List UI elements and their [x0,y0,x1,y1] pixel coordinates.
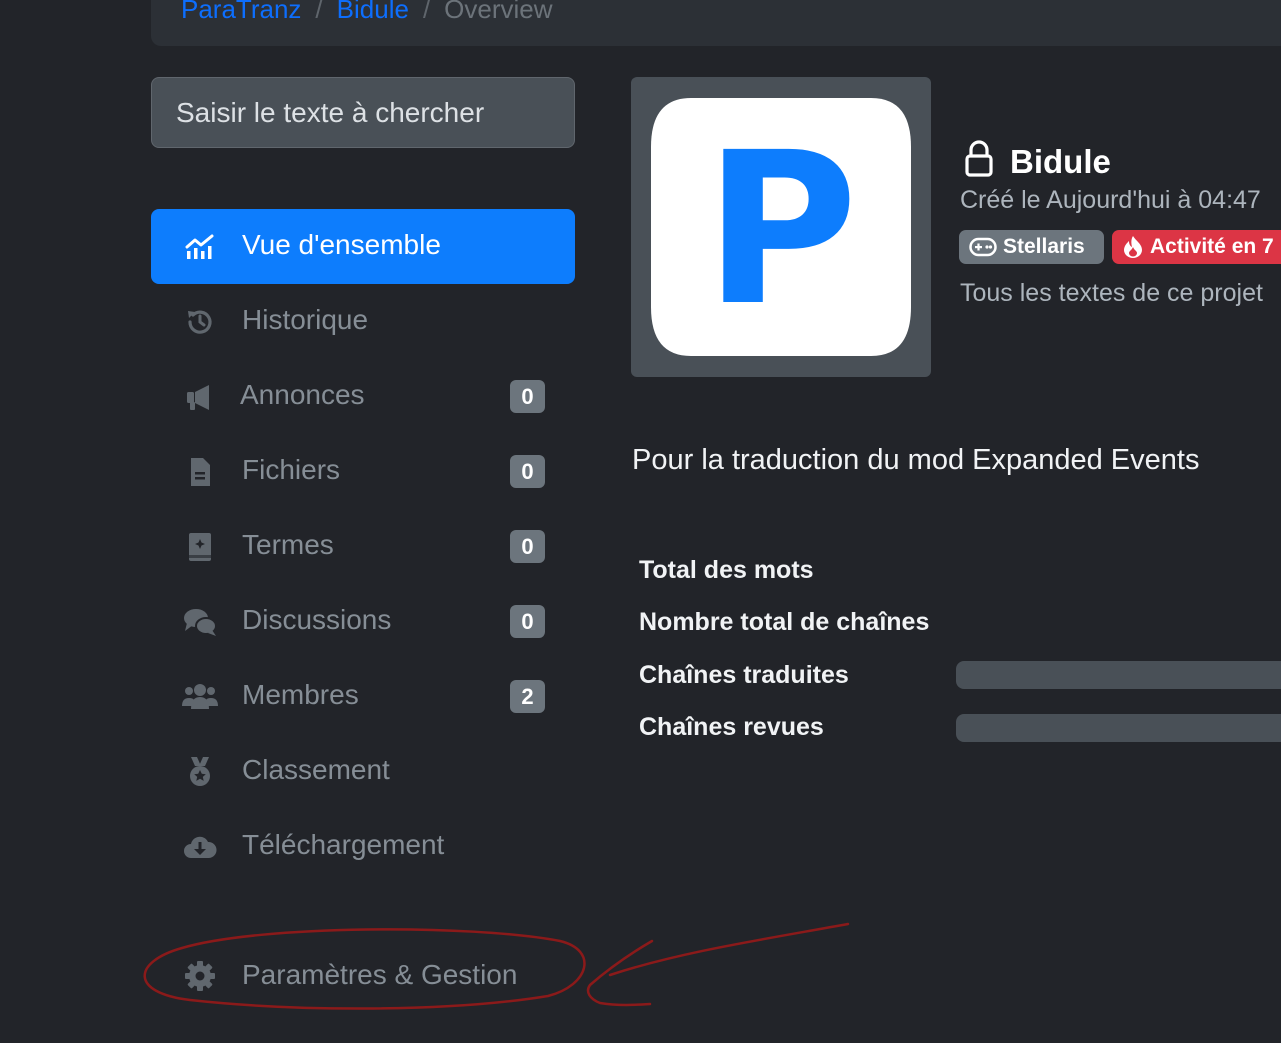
sidebar-item-label: Discussions [242,604,392,635]
breadcrumb-link-paratranz[interactable]: ParaTranz [181,0,301,24]
game-tag-label: Stellaris [1003,235,1085,258]
activity-tag-label: Activité en 7 [1150,235,1274,258]
project-title: Bidule [962,140,1111,183]
activity-tag: Activité en 7 [1112,230,1281,264]
breadcrumb-current: Overview [444,0,553,24]
sidebar-item-history[interactable]: Historique [151,284,575,359]
medal-icon [181,756,219,788]
sidebar-item-label: Annonces [240,379,365,410]
cloud-download-icon [181,831,219,863]
fire-icon [1124,236,1142,258]
breadcrumb-bar: ParaTranz / Bidule / Overview [151,0,1281,46]
sidebar-item-label: Vue d'ensemble [242,229,441,260]
stat-translated-label: Chaînes traduites [639,661,849,689]
project-logo: P [631,77,931,377]
file-icon [181,456,219,488]
sidebar-nav: Vue d'ensemble Historique Annonces 0 Fic… [151,209,575,884]
sidebar-item-files[interactable]: Fichiers 0 [151,434,575,509]
project-created-date: Créé le Aujourd'hui à 04:47 [960,186,1261,214]
count-badge: 0 [510,605,545,638]
users-icon [181,681,219,713]
stat-total-strings-label: Nombre total de chaînes [639,608,930,636]
sidebar-item-members[interactable]: Membres 2 [151,659,575,734]
megaphone-icon [181,381,219,413]
sidebar-item-discussions[interactable]: Discussions 0 [151,584,575,659]
sidebar-item-label: Paramètres & Gestion [242,959,518,990]
sidebar-item-label: Téléchargement [242,829,445,860]
history-icon [181,306,219,338]
chart-line-icon [181,231,219,263]
breadcrumb: ParaTranz / Bidule / Overview [181,0,553,25]
count-badge: 0 [510,530,545,563]
count-badge: 0 [510,380,545,413]
reviewed-progress-bar [956,714,1281,742]
book-icon [181,531,219,563]
sidebar-item-label: Classement [242,754,390,785]
count-badge: 0 [510,455,545,488]
count-badge: 2 [510,680,545,713]
visibility-note: Tous les textes de ce projet [960,279,1263,307]
comments-icon [181,606,219,638]
breadcrumb-separator: / [315,0,323,24]
sidebar-item-download[interactable]: Téléchargement [151,809,575,884]
project-name: Bidule [1010,142,1111,180]
sidebar-item-label: Membres [242,679,359,710]
project-description: Pour la traduction du mod Expanded Event… [632,444,1200,476]
sidebar-item-settings[interactable]: Paramètres & Gestion [151,938,575,1013]
breadcrumb-separator: / [422,0,431,24]
logo-letter: P [704,107,858,352]
stat-total-words-label: Total des mots [639,556,814,584]
sidebar-item-label: Termes [242,529,334,560]
sidebar-item-label: Fichiers [242,454,341,485]
sidebar-item-leaderboard[interactable]: Classement [151,734,575,809]
breadcrumb-link-project[interactable]: Bidule [337,0,409,24]
annotation-arrow [586,922,850,1007]
sidebar-item-label: Historique [242,304,369,335]
sidebar-item-overview[interactable]: Vue d'ensemble [151,209,575,284]
gear-icon [181,960,219,992]
sidebar-item-announcements[interactable]: Annonces 0 [151,359,575,434]
search-input[interactable] [151,77,575,148]
translated-progress-bar [956,661,1281,689]
stat-reviewed-label: Chaînes revues [639,713,824,741]
sidebar-item-terms[interactable]: Termes 0 [151,509,575,584]
lock-icon [962,140,996,183]
game-tag[interactable]: Stellaris [959,230,1104,264]
gamepad-icon [969,237,997,257]
